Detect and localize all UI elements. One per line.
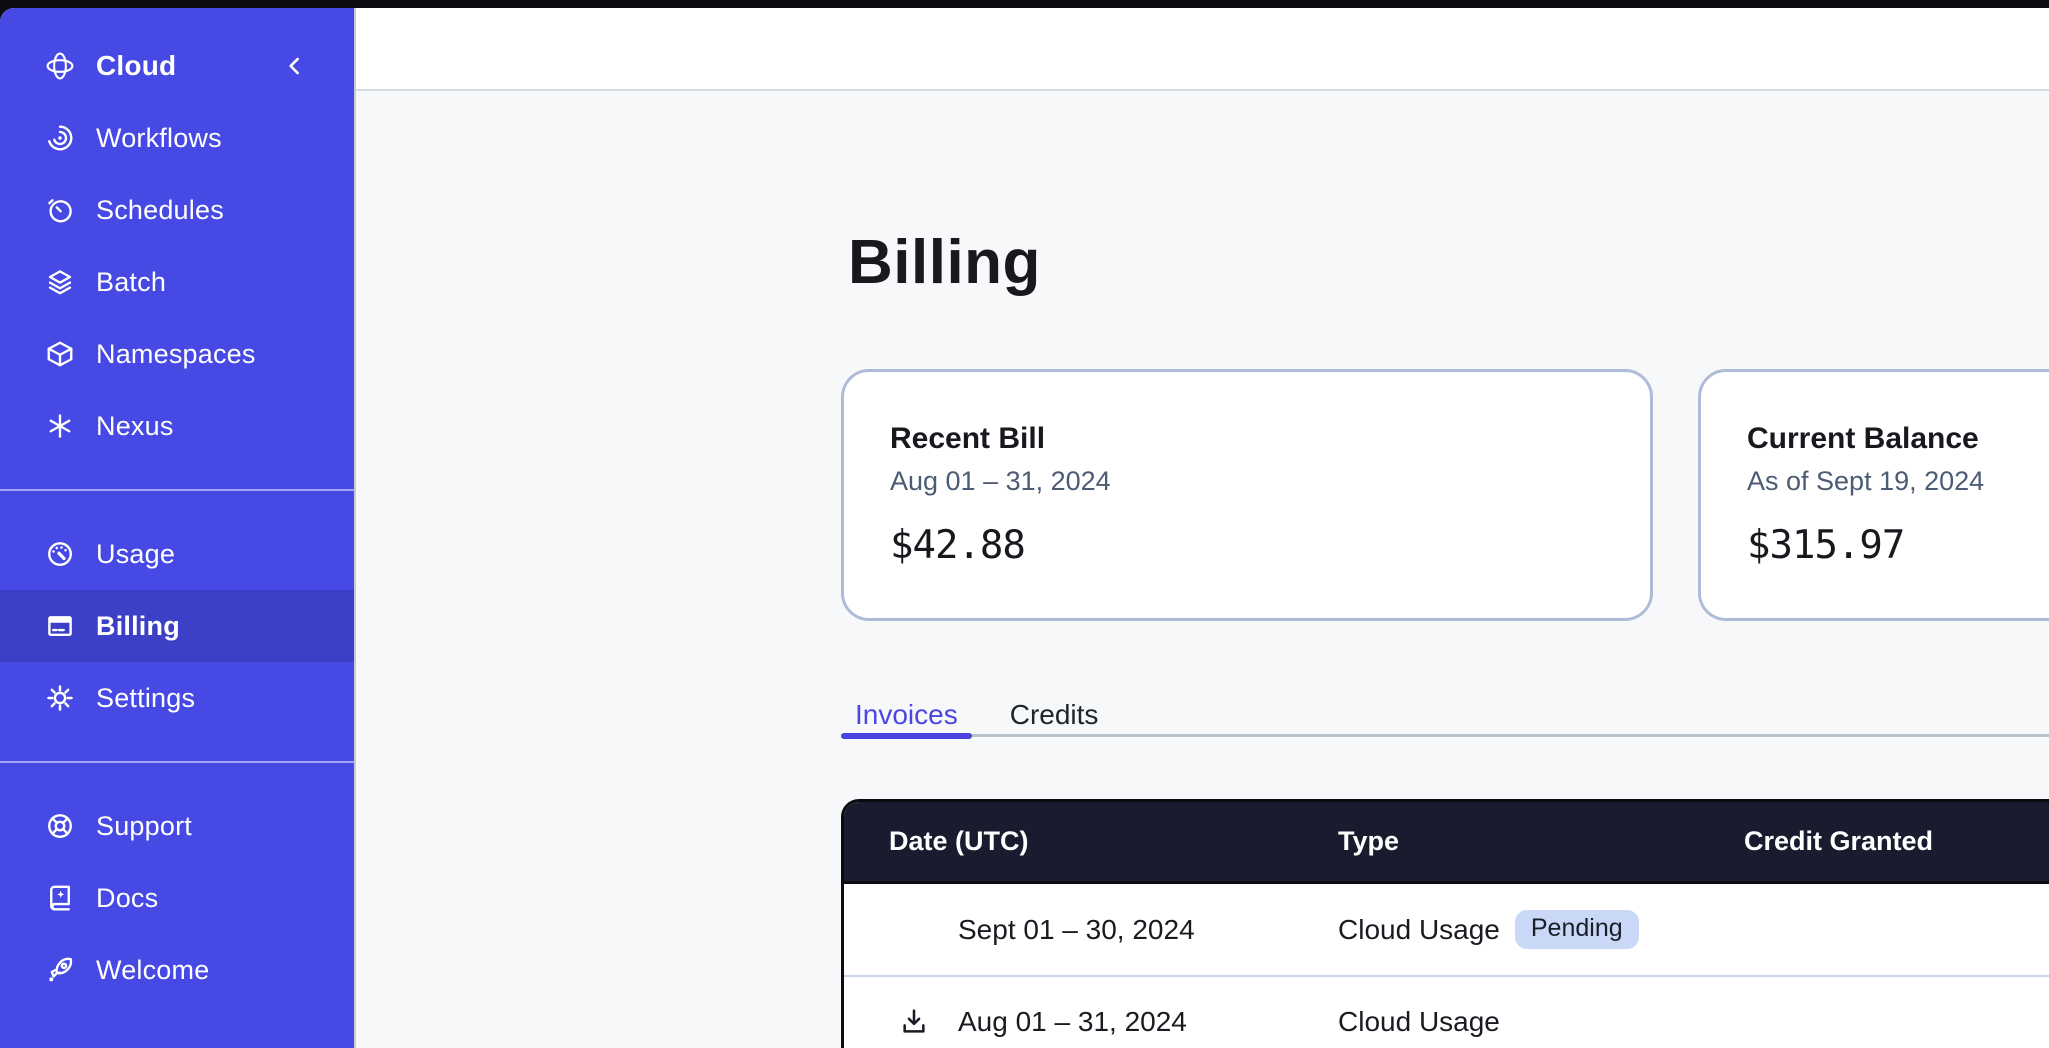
card-as-of-date: As of Sept 19, 2024 (1747, 466, 2049, 497)
current-balance-card: Current Balance As of Sept 19, 2024 $315… (1698, 369, 2049, 621)
invoice-date-cell: Aug 01 – 31, 2024 (844, 1006, 1338, 1038)
billing-summary-cards: Recent Bill Aug 01 – 31, 2024 $42.88 Cur… (841, 369, 2049, 621)
sidebar-item-label: Billing (96, 611, 180, 642)
column-header-type: Type (1338, 826, 1744, 857)
invoice-type-cell: Cloud Usage Pending (1338, 910, 1639, 949)
usage-icon (44, 538, 76, 570)
support-icon (44, 810, 76, 842)
invoice-date-label: Aug 01 – 31, 2024 (958, 1006, 1187, 1037)
sidebar-item-label: Usage (96, 539, 175, 570)
download-icon (898, 1006, 930, 1038)
namespaces-icon (44, 338, 76, 370)
sidebar-item-label: Welcome (96, 955, 209, 986)
schedules-icon (44, 194, 76, 226)
card-amount: $42.88 (890, 523, 1604, 568)
settings-icon (44, 682, 76, 714)
sidebar-header-label: Cloud (96, 50, 176, 82)
invoice-date-cell: Sept 01 – 30, 2024 (844, 914, 1338, 946)
sidebar-item-namespaces[interactable]: Namespaces (0, 318, 354, 390)
sidebar-item-docs[interactable]: Docs (0, 862, 354, 934)
sidebar-item-usage[interactable]: Usage (0, 518, 354, 590)
sidebar-divider (0, 761, 354, 763)
nexus-icon (44, 410, 76, 442)
tab-credits[interactable]: Credits (996, 698, 1113, 734)
invoices-table: Date (UTC) Type Credit Granted Sept 01 –… (841, 799, 2049, 1048)
billing-tabs: Invoices Credits (841, 698, 2049, 737)
table-header-row: Date (UTC) Type Credit Granted (844, 802, 2049, 884)
sidebar-item-label: Batch (96, 267, 166, 298)
sidebar-header-cloud[interactable]: Cloud (0, 30, 354, 102)
sidebar-item-label: Nexus (96, 411, 174, 442)
sidebar-item-billing[interactable]: Billing (0, 590, 354, 662)
table-row: Aug 01 – 31, 2024 Cloud Usage (844, 975, 2049, 1048)
download-invoice-button[interactable] (897, 1005, 931, 1039)
card-period: Aug 01 – 31, 2024 (890, 466, 1604, 497)
temporal-logo-icon (44, 50, 76, 82)
column-header-date: Date (UTC) (844, 826, 1338, 857)
sidebar-item-schedules[interactable]: Schedules (0, 174, 354, 246)
sidebar: Cloud Workflows (0, 8, 356, 1048)
batch-icon (44, 266, 76, 298)
tab-invoices[interactable]: Invoices (841, 698, 972, 734)
welcome-rocket-icon (44, 954, 76, 986)
sidebar-item-label: Workflows (96, 123, 222, 154)
sidebar-item-workflows[interactable]: Workflows (0, 102, 354, 174)
sidebar-item-label: Docs (96, 883, 158, 914)
status-badge: Pending (1515, 910, 1639, 949)
sidebar-item-welcome[interactable]: Welcome (0, 934, 354, 1006)
card-amount: $315.97 (1747, 523, 2049, 568)
column-header-credit-granted: Credit Granted (1744, 826, 2049, 857)
sidebar-collapse-button[interactable] (278, 49, 312, 83)
sidebar-item-nexus[interactable]: Nexus (0, 390, 354, 462)
docs-icon (44, 882, 76, 914)
app-window: Cloud Workflows (0, 8, 2049, 1048)
billing-icon (44, 610, 76, 642)
sidebar-item-batch[interactable]: Batch (0, 246, 354, 318)
invoice-type-label: Cloud Usage (1338, 1006, 1500, 1038)
sidebar-item-support[interactable]: Support (0, 790, 354, 862)
page-title: Billing (848, 230, 1041, 296)
card-title: Current Balance (1747, 422, 2049, 456)
sidebar-item-label: Namespaces (96, 339, 256, 370)
chevron-left-icon (282, 53, 308, 79)
invoice-type-cell: Cloud Usage (1338, 1006, 1500, 1038)
top-bar (356, 8, 2049, 91)
sidebar-item-label: Schedules (96, 195, 224, 226)
sidebar-item-label: Settings (96, 683, 195, 714)
workflows-icon (44, 122, 76, 154)
sidebar-divider (0, 489, 354, 491)
sidebar-item-settings[interactable]: Settings (0, 662, 354, 734)
recent-bill-card: Recent Bill Aug 01 – 31, 2024 $42.88 (841, 369, 1653, 621)
invoice-type-label: Cloud Usage (1338, 914, 1500, 946)
card-title: Recent Bill (890, 422, 1604, 456)
main-content: Billing Recent Bill Aug 01 – 31, 2024 $4… (356, 93, 2049, 1048)
table-row: Sept 01 – 30, 2024 Cloud Usage Pending (844, 884, 2049, 975)
sidebar-item-label: Support (96, 811, 192, 842)
